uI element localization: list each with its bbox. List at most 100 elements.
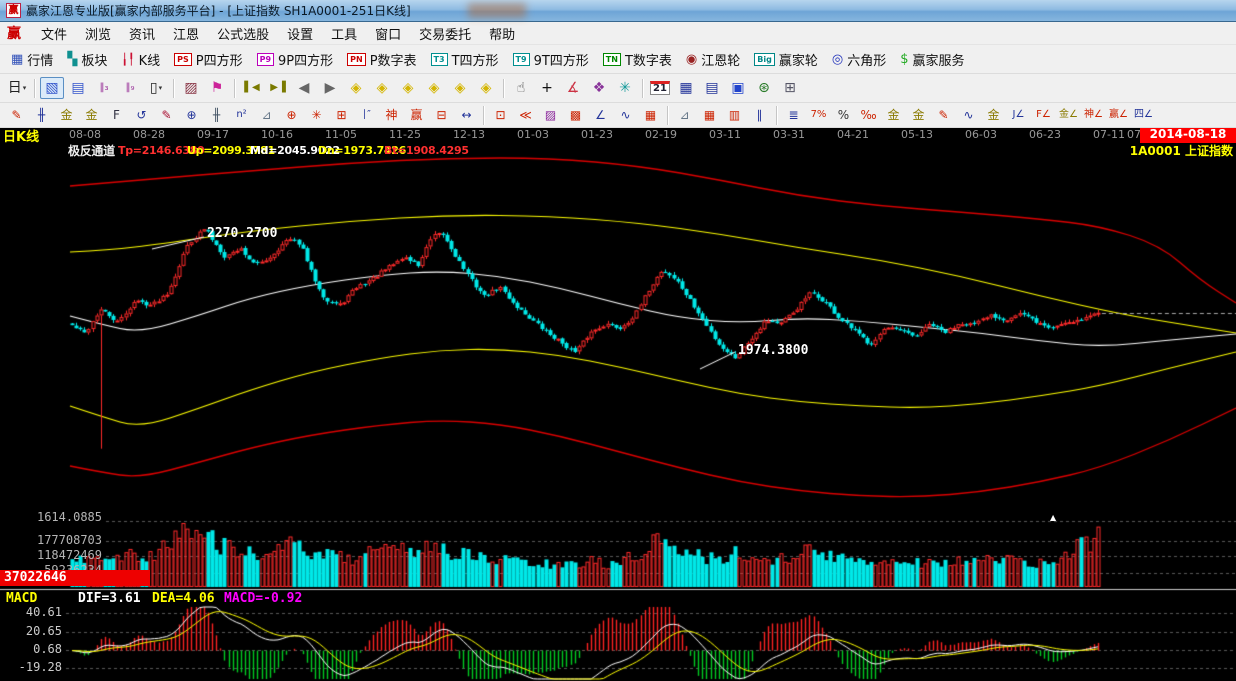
pencil-tool-button[interactable]: ✎ <box>5 105 28 125</box>
three-line-icon: ‖₃ <box>99 83 108 93</box>
diamond-right-button[interactable]: ◈ <box>370 77 394 99</box>
si-angle-tool-button[interactable]: 四∠ <box>1132 105 1155 125</box>
box-grid-tool-button[interactable]: ▩ <box>564 105 587 125</box>
quotes-button[interactable]: ▦行情 <box>4 47 60 72</box>
gold-segment-tool-button[interactable]: 金 <box>55 105 78 125</box>
candle-style-button[interactable]: ▯▾ <box>144 77 168 99</box>
prev-button[interactable]: ◀ <box>292 77 316 99</box>
percent-tool-button[interactable]: % <box>832 105 855 125</box>
j-angle-tool-button[interactable]: J∠ <box>1007 105 1030 125</box>
main-chart-button[interactable]: ▧ <box>40 77 64 99</box>
square-of-nine-tool-button[interactable]: n² <box>230 105 253 125</box>
triangle-tool-button[interactable]: ⊿ <box>673 105 696 125</box>
menu-item[interactable]: 交易委托 <box>410 22 480 45</box>
permille-tool-button[interactable]: ‰ <box>857 105 880 125</box>
parallel-lines-tool-button[interactable]: ∥ <box>748 105 771 125</box>
first-page-button[interactable]: ▌◀ <box>240 77 264 99</box>
grid-tool-button[interactable]: ▦ <box>639 105 662 125</box>
fan-lines-tool-button[interactable]: ≪ <box>514 105 537 125</box>
next-button[interactable]: ▶ <box>318 77 342 99</box>
nine-line-button[interactable]: ‖₉ <box>118 77 142 99</box>
gold-angle-tool-button[interactable]: 金∠ <box>1057 105 1080 125</box>
target-tool-button[interactable]: ⊕ <box>280 105 303 125</box>
smart-tool-button[interactable]: ✳ <box>613 77 637 99</box>
diamond-all-button[interactable]: ◈ <box>422 77 446 99</box>
f-angle-tool-icon: F∠ <box>1036 110 1051 120</box>
notes-button[interactable]: ▤ <box>700 77 724 99</box>
t-square-button[interactable]: T3T四方形 <box>424 47 506 72</box>
hand-tool-button[interactable]: ☝ <box>509 77 533 99</box>
hatch-tool-button[interactable]: ▥ <box>723 105 746 125</box>
menu-item[interactable]: 窗口 <box>366 22 410 45</box>
crosshair-button[interactable]: + <box>535 77 559 99</box>
diamond-star-button[interactable]: ◈ <box>448 77 472 99</box>
hexagon-button[interactable]: ◎六角形 <box>825 47 893 72</box>
spiral-tool-button[interactable]: ↺ <box>130 105 153 125</box>
hash-grid-tool-button[interactable]: ╫ <box>205 105 228 125</box>
last-page-button[interactable]: ▶▐ <box>266 77 290 99</box>
gold-segment2-tool-button[interactable]: 金 <box>80 105 103 125</box>
trend-angle-tool-button[interactable]: ∠ <box>589 105 612 125</box>
calculator-button[interactable]: ▦ <box>674 77 698 99</box>
ruler-tool-button[interactable]: ⊟ <box>430 105 453 125</box>
period-daily-button[interactable]: 日▾ <box>5 77 29 99</box>
width-measure-tool-button[interactable]: ↔ <box>455 105 478 125</box>
winner-service-button[interactable]: $赢家服务 <box>893 47 971 72</box>
angle-measure-button[interactable]: ∡ <box>561 77 585 99</box>
gann-circle-tool-button[interactable]: ⊕ <box>180 105 203 125</box>
t-number-table-button[interactable]: TNT数字表 <box>596 47 679 72</box>
menu-item[interactable]: 设置 <box>278 22 322 45</box>
gann-shape-button[interactable]: ❖ <box>587 77 611 99</box>
menu-item[interactable]: 江恩 <box>164 22 208 45</box>
menu-item[interactable]: 帮助 <box>480 22 524 45</box>
shen-angle-tool-button[interactable]: 神∠ <box>1082 105 1105 125</box>
ying-angle-tool-button[interactable]: 赢∠ <box>1107 105 1130 125</box>
wave2-tool-button[interactable]: ∿ <box>957 105 980 125</box>
print-button[interactable]: ⊞ <box>778 77 802 99</box>
candle-mark-tool-button[interactable]: ✎ <box>932 105 955 125</box>
line-segment-tool-button[interactable]: ∣″ <box>355 105 378 125</box>
ying-tool-button[interactable]: 赢 <box>405 105 428 125</box>
fib-tool-button[interactable]: F <box>105 105 128 125</box>
p9-square-button[interactable]: P99P四方形 <box>250 47 341 72</box>
wave-tool-button[interactable]: ∿ <box>614 105 637 125</box>
p-number-table-button[interactable]: PNP数字表 <box>340 47 423 72</box>
box-fan-tool-button[interactable]: ▨ <box>539 105 562 125</box>
gold-line-tool-button[interactable]: 金 <box>907 105 930 125</box>
calendar-button[interactable]: 21 <box>648 77 672 99</box>
menu-item[interactable]: 公式选股 <box>208 22 278 45</box>
pattern-button[interactable]: ▨ <box>179 77 203 99</box>
gann-box-tool-button[interactable]: ⊞ <box>330 105 353 125</box>
kline-button[interactable]: ╽╿K线 <box>114 47 167 72</box>
web-tool-button[interactable]: ✳ <box>305 105 328 125</box>
diamond-horizontal-button[interactable]: ◈ <box>396 77 420 99</box>
three-line-button[interactable]: ‖₃ <box>92 77 116 99</box>
winner-wheel-button[interactable]: Big赢家轮 <box>747 47 825 72</box>
title-bar[interactable]: 赢 赢家江恩专业版[赢家内部服务平台] - [上证指数 SH1A0001-251… <box>0 0 1236 22</box>
menu-item[interactable]: 浏览 <box>76 22 120 45</box>
gann-wheel-button[interactable]: ◉江恩轮 <box>679 47 747 72</box>
menu-item[interactable]: 工具 <box>322 22 366 45</box>
diamond-left-button[interactable]: ◈ <box>344 77 368 99</box>
price-grid-tool-button[interactable]: ╫ <box>30 105 53 125</box>
color-chart-button[interactable]: ⚑ <box>205 77 229 99</box>
t9-square-button[interactable]: T99T四方形 <box>506 47 596 72</box>
stats-tool-button[interactable]: ≣ <box>782 105 805 125</box>
f-angle-tool-button[interactable]: F∠ <box>1032 105 1055 125</box>
rect-tool-button[interactable]: ⊡ <box>489 105 512 125</box>
dense-grid-tool-button[interactable]: ▦ <box>698 105 721 125</box>
blocks-button[interactable]: ▚板块 <box>60 47 114 72</box>
menu-item[interactable]: 资讯 <box>120 22 164 45</box>
p-square-button[interactable]: PSP四方形 <box>167 47 249 72</box>
shen-tool-button[interactable]: 神 <box>380 105 403 125</box>
diamond-cross-button[interactable]: ◈ <box>474 77 498 99</box>
save-button[interactable]: ▣ <box>726 77 750 99</box>
menu-item[interactable]: 文件 <box>32 22 76 45</box>
gold-line2-tool-button[interactable]: 金 <box>982 105 1005 125</box>
marker-pencil-tool-button[interactable]: ✎ <box>155 105 178 125</box>
info-panel-button[interactable]: ▤ <box>66 77 90 99</box>
export-button[interactable]: ⊛ <box>752 77 776 99</box>
percent7-tool-button[interactable]: 7% <box>807 105 830 125</box>
set-square-tool-button[interactable]: ⊿ <box>255 105 278 125</box>
gold-circle-tool-button[interactable]: 金 <box>882 105 905 125</box>
